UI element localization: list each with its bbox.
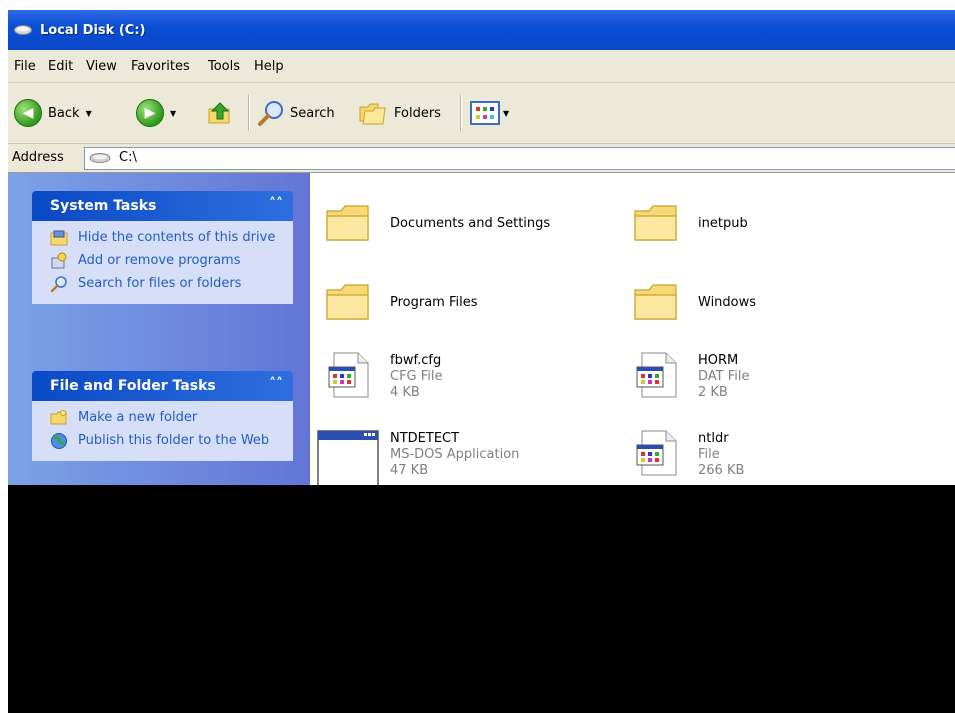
- system-tasks-title: System Tasks: [50, 198, 157, 214]
- list-item[interactable]: Program Files: [324, 278, 478, 326]
- views-dropdown-icon[interactable]: ▼: [503, 109, 509, 118]
- publish-web-icon: [51, 433, 67, 449]
- title-bar[interactable]: Local Disk (C:): [8, 10, 955, 50]
- address-label: Address: [12, 150, 64, 165]
- list-item[interactable]: HORM DAT File 2 KB: [632, 351, 750, 401]
- add-remove-programs-icon: [51, 252, 67, 269]
- folder-icon: [634, 205, 677, 241]
- new-folder-icon: [50, 410, 67, 425]
- screen-margin: [0, 0, 8, 713]
- address-field[interactable]: C:\: [84, 147, 955, 170]
- file-folder-tasks-panel: File and Folder Tasks ˄˄ Make a new fold…: [32, 371, 293, 461]
- back-arrow-icon: ◀: [14, 99, 42, 127]
- task-pane: System Tasks ˄˄ Hide the contents of thi…: [8, 173, 310, 485]
- views-button[interactable]: ▼: [470, 83, 509, 143]
- menu-help[interactable]: Help: [254, 59, 284, 74]
- task-label: Add or remove programs: [78, 253, 241, 268]
- item-name: Documents and Settings: [390, 216, 551, 231]
- task-add-remove-programs[interactable]: Add or remove programs: [32, 250, 293, 273]
- address-value: C:\: [119, 150, 137, 165]
- list-item[interactable]: fbwf.cfg CFG File 4 KB: [324, 351, 443, 401]
- menu-bar: File Edit View Favorites Tools Help: [8, 50, 955, 83]
- item-size: 4 KB: [390, 385, 420, 400]
- list-item[interactable]: NTDETECT MS-DOS Application 47 KB: [316, 429, 519, 485]
- forward-arrow-icon: ▶: [136, 99, 164, 127]
- up-button[interactable]: [206, 83, 234, 143]
- list-item[interactable]: Documents and Settings: [324, 199, 550, 247]
- back-dropdown-icon[interactable]: ▼: [86, 109, 92, 118]
- search-label: Search: [290, 105, 335, 121]
- item-name: ntldr: [698, 431, 729, 446]
- item-type: File: [698, 447, 720, 462]
- system-tasks-body: Hide the contents of this drive Add or r…: [32, 221, 293, 304]
- task-hide-contents[interactable]: Hide the contents of this drive: [32, 227, 293, 250]
- item-name: Windows: [698, 295, 757, 310]
- drive-icon: [89, 153, 111, 163]
- menu-view[interactable]: View: [86, 59, 117, 74]
- file-folder-tasks-title: File and Folder Tasks: [50, 378, 216, 394]
- item-size: 266 KB: [698, 463, 745, 478]
- window-title: Local Disk (C:): [40, 23, 146, 38]
- explorer-window: Local Disk (C:) File Edit View Favorites…: [8, 10, 955, 485]
- collapse-chevron-icon[interactable]: ˄˄: [269, 196, 283, 212]
- task-search-files[interactable]: Search for files or folders: [32, 273, 293, 296]
- menu-tools[interactable]: Tools: [208, 59, 240, 74]
- drive-icon: [14, 25, 32, 35]
- item-size: 2 KB: [698, 385, 728, 400]
- list-item[interactable]: inetpub: [632, 199, 748, 247]
- file-folder-tasks-header[interactable]: File and Folder Tasks ˄˄: [32, 371, 293, 401]
- menu-file[interactable]: File: [14, 59, 36, 74]
- file-icon: [636, 352, 677, 398]
- folder-icon: [326, 284, 369, 320]
- item-name: inetpub: [698, 216, 748, 231]
- task-label: Publish this folder to the Web: [78, 433, 270, 448]
- item-type: CFG File: [390, 369, 443, 384]
- folders-label: Folders: [394, 105, 441, 121]
- item-type: DAT File: [698, 369, 750, 384]
- menu-edit[interactable]: Edit: [48, 59, 73, 74]
- views-icon: [470, 101, 500, 125]
- address-bar: Address C:\: [8, 144, 955, 173]
- list-item[interactable]: Windows: [632, 278, 756, 326]
- item-name: fbwf.cfg: [390, 353, 442, 368]
- file-list: Documents and Settings inetpub Program F…: [310, 173, 955, 485]
- back-label: Back: [48, 105, 80, 121]
- toolbar-separator: [460, 95, 462, 131]
- item-name: NTDETECT: [390, 431, 460, 446]
- hide-contents-icon: [50, 230, 68, 246]
- forward-button[interactable]: ▶ ▼: [136, 83, 176, 143]
- file-icon: [328, 352, 369, 398]
- search-icon: [50, 276, 67, 293]
- folders-icon: [359, 103, 386, 125]
- list-item[interactable]: ntldr File 266 KB: [632, 429, 744, 479]
- folders-button[interactable]: Folders: [358, 83, 441, 143]
- item-type: MS-DOS Application: [390, 447, 520, 462]
- toolbar: ◀ Back ▼ ▶ ▼ Search Folders ▼: [8, 83, 955, 144]
- task-label: Make a new folder: [78, 410, 198, 425]
- file-icon: [636, 430, 677, 476]
- system-tasks-header[interactable]: System Tasks ˄˄: [32, 191, 293, 221]
- item-name: Program Files: [390, 295, 478, 310]
- menu-favorites[interactable]: Favorites: [131, 59, 190, 74]
- search-icon: [258, 101, 283, 126]
- task-publish-web[interactable]: Publish this folder to the Web: [32, 430, 293, 453]
- folder-up-icon: [208, 102, 230, 124]
- collapse-chevron-icon[interactable]: ˄˄: [269, 376, 283, 392]
- search-button[interactable]: Search: [256, 83, 335, 143]
- application-icon: [317, 430, 379, 485]
- folder-icon: [634, 284, 677, 320]
- file-folder-tasks-body: Make a new folder Publish this folder to…: [32, 401, 293, 461]
- black-region: [8, 485, 955, 713]
- forward-dropdown-icon[interactable]: ▼: [170, 109, 176, 118]
- task-make-new-folder[interactable]: Make a new folder: [32, 407, 293, 430]
- task-label: Hide the contents of this drive: [78, 230, 276, 245]
- task-label: Search for files or folders: [78, 276, 242, 291]
- item-size: 47 KB: [390, 463, 429, 478]
- system-tasks-panel: System Tasks ˄˄ Hide the contents of thi…: [32, 191, 293, 304]
- item-name: HORM: [698, 353, 739, 368]
- folder-icon: [326, 205, 369, 241]
- back-button[interactable]: ◀ Back ▼: [14, 83, 92, 143]
- toolbar-separator: [248, 95, 250, 131]
